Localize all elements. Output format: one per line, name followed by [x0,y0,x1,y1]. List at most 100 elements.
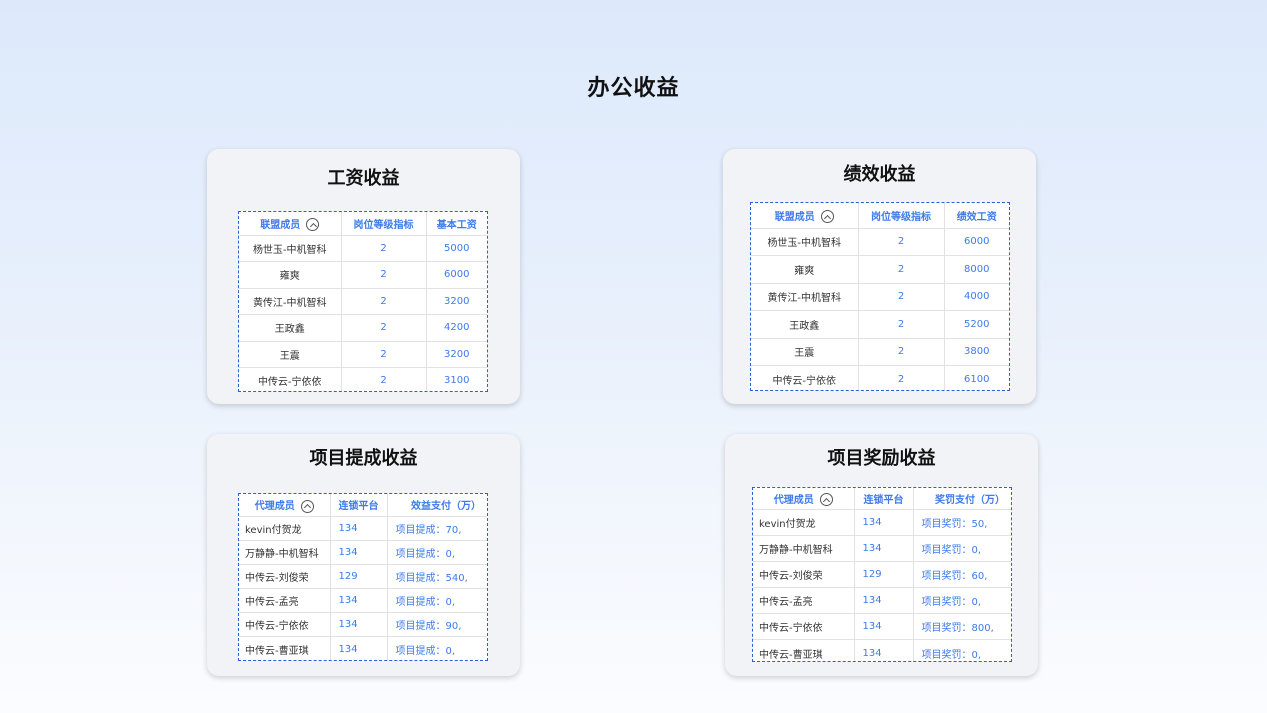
platform-cell: 134 [330,636,388,660]
amount-cell: 4000 [944,283,1009,311]
amount-cell: 6000 [426,261,487,289]
platform-cell: 134 [330,540,388,565]
sort-icon[interactable] [300,499,314,513]
amount-cell: 5000 [426,235,487,262]
table-row: 中传云-孟亮 134 项目奖罚：0, [753,587,1011,615]
level-cell: 2 [341,235,427,262]
column-header-amount: 绩效工资 [944,203,1009,229]
member-cell: 中传云-曹亚琪 [239,636,331,660]
platform-cell: 134 [330,588,388,614]
member-cell: kevin付贺龙 [239,516,331,541]
member-cell: 万静静-中机智科 [753,535,855,562]
table-row: 中传云-曹亚琪 134 项目提成：0, [239,636,487,660]
project-reward-card: 项目奖励收益 代理成员 连锁平台 奖罚支付（万） kevin付贺龙 134 项目奖罚… [725,434,1038,676]
level-cell: 2 [858,338,945,366]
column-header-member[interactable]: 代理成员 [753,488,855,510]
column-header-platform: 连锁平台 [330,494,388,517]
level-cell: 2 [341,367,427,391]
table-row: 王政鑫 2 4200 [239,314,487,342]
column-header-member[interactable]: 联盟成员 [239,212,342,236]
amount-cell: 3200 [426,288,487,315]
member-cell: 王震 [751,338,859,366]
table-row: 中传云-宁依依 2 3100 [239,367,487,391]
member-cell: 黄传江-中机智科 [751,283,859,311]
table-row: 黄传江-中机智科 2 3200 [239,288,487,315]
member-cell: 王政鑫 [239,314,342,342]
performance-income-card: 绩效收益 联盟成员 岗位等级指标 绩效工资 杨世玉-中机智科 2 6000 雍爽 2 8… [723,149,1036,404]
payment-cell: 项目奖罚：0, [913,587,1011,615]
member-cell: 中传云-曹亚琪 [753,639,855,661]
payment-cell: 项目奖罚：0, [913,639,1011,661]
member-cell: 中传云-宁依依 [239,367,342,391]
member-cell: 中传云-刘俊荣 [239,564,331,590]
payment-cell: 项目提成：0, [387,540,487,565]
table-row: 黄传江-中机智科 2 4000 [751,283,1009,311]
platform-cell: 129 [854,561,914,589]
table-row: 中传云-刘俊荣 129 项目提成：540, [239,564,487,590]
level-cell: 2 [341,341,427,368]
amount-cell: 6100 [944,365,1009,390]
payment-cell: 项目提成：0, [387,588,487,614]
table-row: kevin付贺龙 134 项目奖罚：50, [753,509,1011,536]
table-row: 中传云-曹亚琪 134 项目奖罚：0, [753,639,1011,661]
amount-cell: 3800 [944,338,1009,366]
platform-cell: 134 [854,587,914,615]
platform-cell: 134 [330,612,388,638]
sort-icon[interactable] [820,210,834,223]
table-row: 雍爽 2 6000 [239,261,487,289]
salary-table: 联盟成员 岗位等级指标 基本工资 杨世玉-中机智科 2 5000 雍爽 2 6000 黄… [238,211,488,392]
payment-cell: 项目提成：70, [387,516,487,541]
commission-table: 代理成员 连锁平台 效益支付（万） kevin付贺龙 134 项目提成：70, 万静… [238,493,488,661]
amount-cell: 4200 [426,314,487,342]
column-header-platform: 连锁平台 [854,488,914,510]
card-title: 项目提成收益 [309,448,418,469]
level-cell: 2 [341,288,427,315]
level-cell: 2 [858,283,945,311]
payment-cell: 项目奖罚：0, [913,535,1011,562]
member-cell: 王政鑫 [751,310,859,339]
salary-income-card: 工资收益 联盟成员 岗位等级指标 基本工资 杨世玉-中机智科 2 5000 雍爽 2 6… [207,149,520,404]
payment-cell: 项目提成：0, [387,636,487,660]
sort-icon[interactable] [819,493,833,506]
platform-cell: 129 [330,564,388,590]
level-cell: 2 [858,365,945,390]
card-title: 绩效收益 [843,164,916,185]
platform-cell: 134 [854,613,914,641]
amount-cell: 8000 [944,255,1009,284]
column-header-member[interactable]: 联盟成员 [751,203,859,229]
column-header-payment: 奖罚支付（万） [913,488,1011,510]
table-row: 万静静-中机智科 134 项目奖罚：0, [753,535,1011,562]
payment-cell: 项目奖罚：800, [913,613,1011,641]
payment-cell: 项目奖罚：60, [913,561,1011,589]
table-row: 王震 2 3800 [751,338,1009,366]
member-cell: 中传云-宁依依 [239,612,331,638]
member-cell: 中传云-孟亮 [753,587,855,615]
table-row: 中传云-宁依依 134 项目提成：90, [239,612,487,638]
table-row: 杨世玉-中机智科 2 5000 [239,235,487,262]
reward-table: 代理成员 连锁平台 奖罚支付（万） kevin付贺龙 134 项目奖罚：50, 万静… [752,487,1012,662]
table-row: 中传云-宁依依 134 项目奖罚：800, [753,613,1011,641]
table-row: 杨世玉-中机智科 2 6000 [751,228,1009,256]
platform-cell: 134 [330,516,388,541]
card-title: 工资收益 [327,168,400,189]
member-cell: 雍爽 [239,261,342,289]
amount-cell: 6000 [944,228,1009,256]
platform-cell: 134 [854,639,914,661]
member-cell: 杨世玉-中机智科 [239,235,342,262]
column-header-member[interactable]: 代理成员 [239,494,331,517]
performance-table: 联盟成员 岗位等级指标 绩效工资 杨世玉-中机智科 2 6000 雍爽 2 8000 黄… [750,202,1010,391]
level-cell: 2 [341,314,427,342]
sort-icon[interactable] [306,218,320,231]
column-header-level: 岗位等级指标 [341,212,427,236]
table-row: 王政鑫 2 5200 [751,310,1009,339]
payment-cell: 项目提成：540, [387,564,487,590]
platform-cell: 134 [854,509,914,536]
member-cell: 雍爽 [751,255,859,284]
member-cell: 中传云-刘俊荣 [753,561,855,589]
level-cell: 2 [858,228,945,256]
platform-cell: 134 [854,535,914,562]
column-header-payment: 效益支付（万） [387,494,487,517]
table-row: 王震 2 3200 [239,341,487,368]
member-cell: 万静静-中机智科 [239,540,331,565]
member-cell: 王震 [239,341,342,368]
